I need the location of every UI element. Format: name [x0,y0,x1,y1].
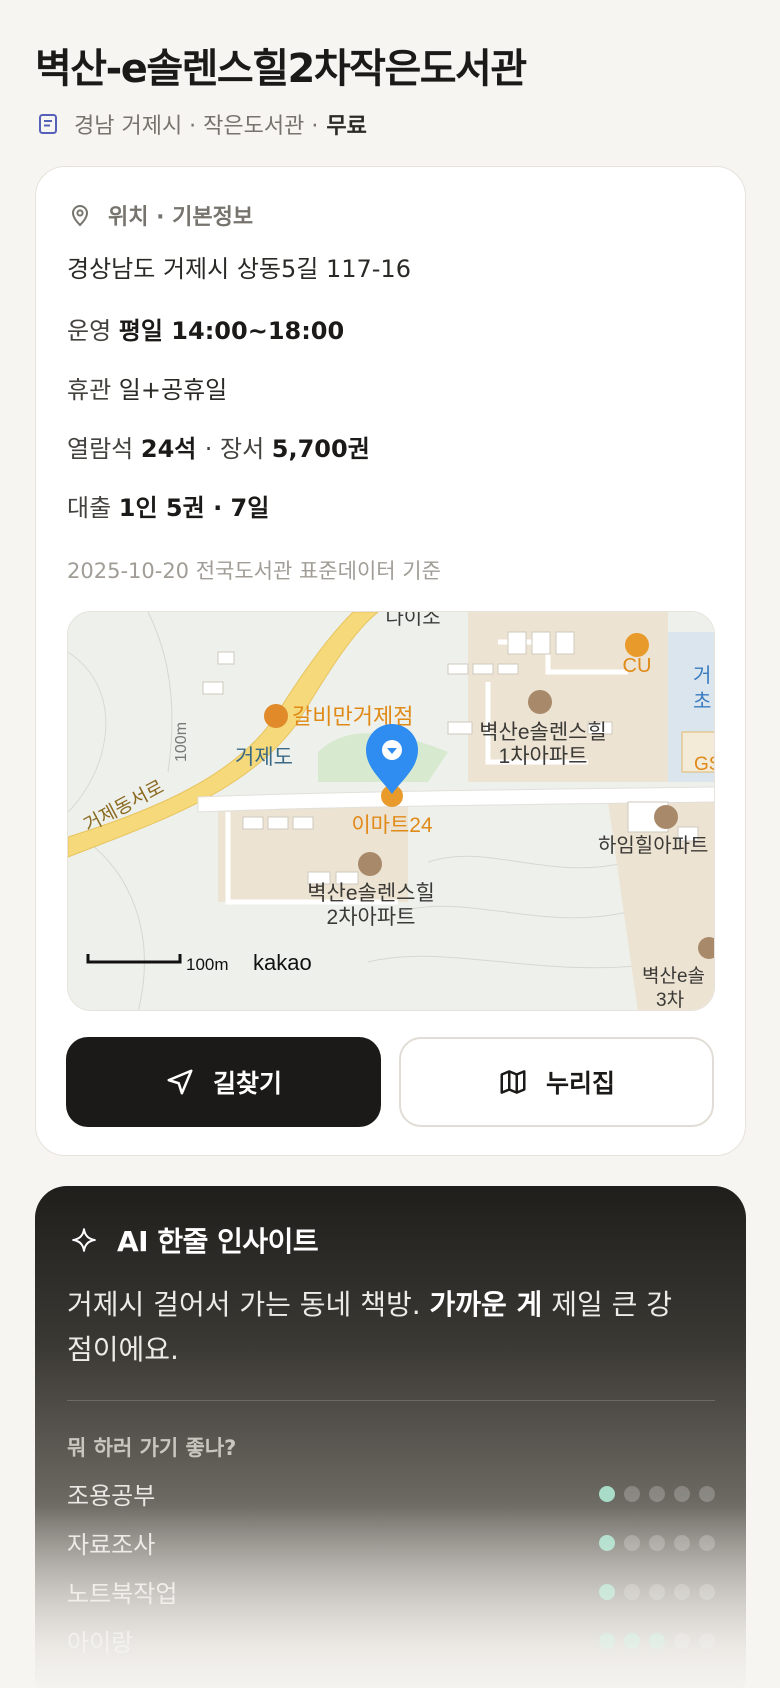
activity-row: 조용공부 [67,1476,715,1511]
sparkle-icon [72,1228,96,1252]
rating-dot [699,1583,715,1600]
rating-dot [599,1632,615,1649]
closed-label: 휴관 [67,376,119,404]
rating-dot [599,1534,615,1551]
map-icon [500,1070,526,1094]
info-section-title: 위치 · 기본정보 [108,205,254,230]
loan-label: 대출 [67,494,119,522]
map-label-haimhill: 하임힐아파트 [598,834,708,857]
ai-question: 뭐 하러 가기 좋나? [67,1436,237,1460]
activity-row: 노트북작업 [67,1574,715,1609]
rating-dot [624,1485,640,1502]
location-pin-icon [71,205,89,227]
info-section-header: 위치 · 기본정보 [68,199,253,231]
directions-button-label: 길찾기 [212,1069,282,1098]
page-title: 벽산-e솔렌스힐2차작은도서관 [35,46,527,92]
map-label-geo: 거 [693,664,711,687]
data-source-note: 2025-10-20 전국도서관 표준데이터 기준 [67,559,441,583]
rating-dot [624,1534,640,1551]
map-label-apt1-line1: 벽산e솔렌스힐 [479,721,607,744]
activity-rating [599,1583,715,1600]
library-meta: 경남 거제시 · 작은도서관 · 무료 [36,108,367,140]
rating-dot [674,1632,690,1649]
rating-dot [599,1485,615,1502]
map-label-gs: GS [694,754,715,775]
ai-insight-title: AI 한줄 인사이트 [117,1225,319,1258]
website-button[interactable]: 누리집 [399,1037,714,1127]
activity-name: 조용공부 [67,1482,156,1510]
capacity-row: 열람석 24석 · 장서 5,700권 [67,429,370,464]
apartment-icon [528,690,552,714]
divider [67,1400,715,1401]
rating-dot [649,1632,665,1649]
activity-rating [599,1632,715,1649]
restaurant-icon [264,704,288,728]
books-value: 5,700권 [271,435,370,463]
hours-label: 운영 [67,317,119,345]
loan-value: 1인 5권 · 7일 [118,494,270,522]
ai-text-highlight: 가까운 게 [429,1288,543,1321]
map-label-apt2-line1: 벽산e솔렌스힐 [307,882,435,905]
rating-dot [699,1534,715,1551]
apartment-icon [358,852,382,876]
convenience-store-icon [625,633,649,657]
map-label-daiso: 다이소 [385,612,440,629]
rating-dot [649,1485,665,1502]
ai-insight-text: 거제시 걸어서 가는 동네 책방. 가까운 게 제일 큰 강점이에요. [67,1282,687,1372]
document-icon [39,114,57,134]
hours-value: 평일 14:00~18:00 [118,317,345,345]
map-label-apt3-line2: 3차 [656,989,684,1011]
map-label-cu: CU [623,655,652,677]
hours-row: 운영 평일 14:00~18:00 [67,311,344,346]
map-scale-label: 100m [186,955,229,974]
map-canvas[interactable]: 다이소 CU 거 초 GS 갈비만거제점 벽산e솔렌스힐 1차아파트 거제도 거… [68,612,715,1011]
rating-dot [674,1583,690,1600]
activity-row: 아이랑 [67,1623,715,1658]
map-label-apt2-line2: 2차아파트 [327,906,416,929]
location-map[interactable]: 다이소 CU 거 초 GS 갈비만거제점 벽산e솔렌스힐 1차아파트 거제도 거… [67,611,715,1011]
meta-location-type: 경남 거제시 · 작은도서관 · [74,114,319,139]
map-label-contour: 100m [173,722,190,762]
activity-name: 자료조사 [67,1531,156,1559]
ai-text-pre: 거제시 걸어서 가는 동네 책방. [67,1288,430,1321]
closed-value: 일+공휴일 [118,376,228,404]
seats-label: 열람석 [67,435,141,463]
navigation-arrow-icon [167,1069,193,1095]
rating-dot [674,1534,690,1551]
info-card: 위치 · 기본정보 경상남도 거제시 상동5길 117-16 운영 평일 14:… [35,166,746,1156]
rating-dot [599,1583,615,1600]
activity-name: 아이랑 [67,1629,134,1657]
ai-insight-card: AI 한줄 인사이트 거제시 걸어서 가는 동네 책방. 가까운 게 제일 큰 … [35,1186,746,1688]
activity-rating [599,1534,715,1551]
ai-insight-header: AI 한줄 인사이트 [71,1220,319,1260]
map-label-geojedo: 거제도 [235,746,293,769]
website-button-label: 누리집 [545,1069,615,1098]
activity-row: 자료조사 [67,1525,715,1560]
apartment-icon [654,805,678,829]
directions-button[interactable]: 길찾기 [66,1037,381,1127]
meta-fee: 무료 [326,114,367,139]
map-brand-kakao: kakao [253,950,312,975]
activity-name: 노트북작업 [67,1580,178,1608]
rating-dot [674,1485,690,1502]
rating-dot [699,1632,715,1649]
map-label-emart24: 이마트24 [351,814,433,837]
seats-value: 24석 [140,435,205,463]
rating-dot [624,1632,640,1649]
map-label-apt1-line2: 1차아파트 [499,745,588,768]
rating-dot [624,1583,640,1600]
loan-row: 대출 1인 5권 · 7일 [67,488,269,523]
activity-rating [599,1485,715,1502]
books-label: 장서 [219,435,272,463]
address: 경상남도 거제시 상동5길 117-16 [67,255,411,283]
closed-row: 휴관 일+공휴일 [67,370,227,405]
rating-dot [649,1583,665,1600]
map-label-cho: 초 [693,691,711,713]
separator: · [204,435,220,463]
rating-dot [699,1485,715,1502]
map-label-apt3-line1: 벽산e솔 [642,965,705,987]
rating-dot [649,1534,665,1551]
